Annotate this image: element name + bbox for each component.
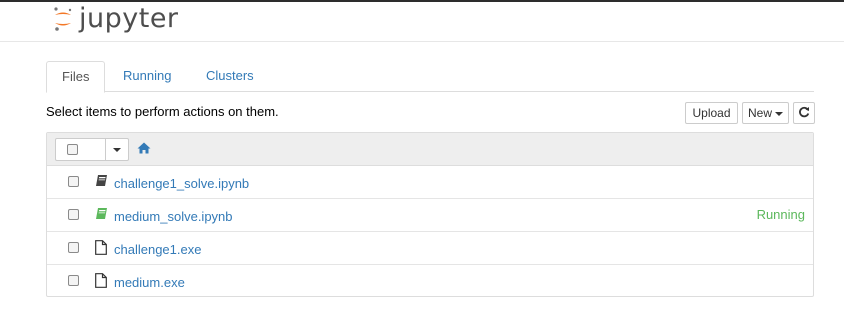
- new-button-label: New: [747, 106, 772, 120]
- row-checkbox[interactable]: [68, 242, 79, 253]
- tab-files[interactable]: Files: [46, 61, 106, 93]
- row-checkbox[interactable]: [68, 176, 79, 187]
- status-badge: Running: [756, 207, 805, 222]
- chevron-down-icon[interactable]: [113, 148, 121, 152]
- list-header: [47, 133, 813, 166]
- file-name-link[interactable]: challenge1.exe: [114, 242, 201, 257]
- select-all-dropdown[interactable]: [55, 138, 129, 161]
- new-button[interactable]: New: [742, 102, 789, 124]
- file-name-link[interactable]: medium_solve.ipynb: [114, 209, 233, 224]
- refresh-button[interactable]: [793, 102, 815, 124]
- header: jupyter: [0, 0, 844, 42]
- file-list: challenge1_solve.ipynb medium_solve.ipyn…: [46, 132, 814, 297]
- jupyter-logo-icon: [54, 7, 72, 31]
- list-item[interactable]: challenge1.exe: [47, 232, 813, 265]
- list-item[interactable]: medium.exe: [47, 265, 813, 298]
- tab-bar: Files Running Clusters: [46, 61, 814, 93]
- list-item[interactable]: medium_solve.ipynb Running: [47, 199, 813, 232]
- file-icon: [95, 273, 107, 288]
- jupyter-logo[interactable]: jupyter: [52, 3, 179, 35]
- select-all-checkbox[interactable]: [67, 144, 78, 155]
- notebook-icon: [96, 175, 107, 186]
- divider: [105, 139, 106, 160]
- upload-button[interactable]: Upload: [685, 102, 738, 124]
- notebook-running-icon: [96, 208, 107, 219]
- top-border: [0, 0, 844, 2]
- list-item[interactable]: challenge1_solve.ipynb: [47, 166, 813, 199]
- chevron-down-icon: [775, 111, 783, 116]
- tab-running[interactable]: Running: [108, 61, 186, 92]
- refresh-icon: [799, 106, 810, 118]
- file-name-link[interactable]: challenge1_solve.ipynb: [114, 176, 249, 191]
- row-checkbox[interactable]: [68, 275, 79, 286]
- instructions-text: Select items to perform actions on them.: [46, 104, 279, 119]
- logo-text: jupyter: [79, 3, 179, 34]
- row-checkbox[interactable]: [68, 209, 79, 220]
- home-icon[interactable]: [137, 142, 151, 154]
- tab-clusters[interactable]: Clusters: [191, 61, 269, 92]
- file-icon: [95, 240, 107, 255]
- file-name-link[interactable]: medium.exe: [114, 275, 185, 290]
